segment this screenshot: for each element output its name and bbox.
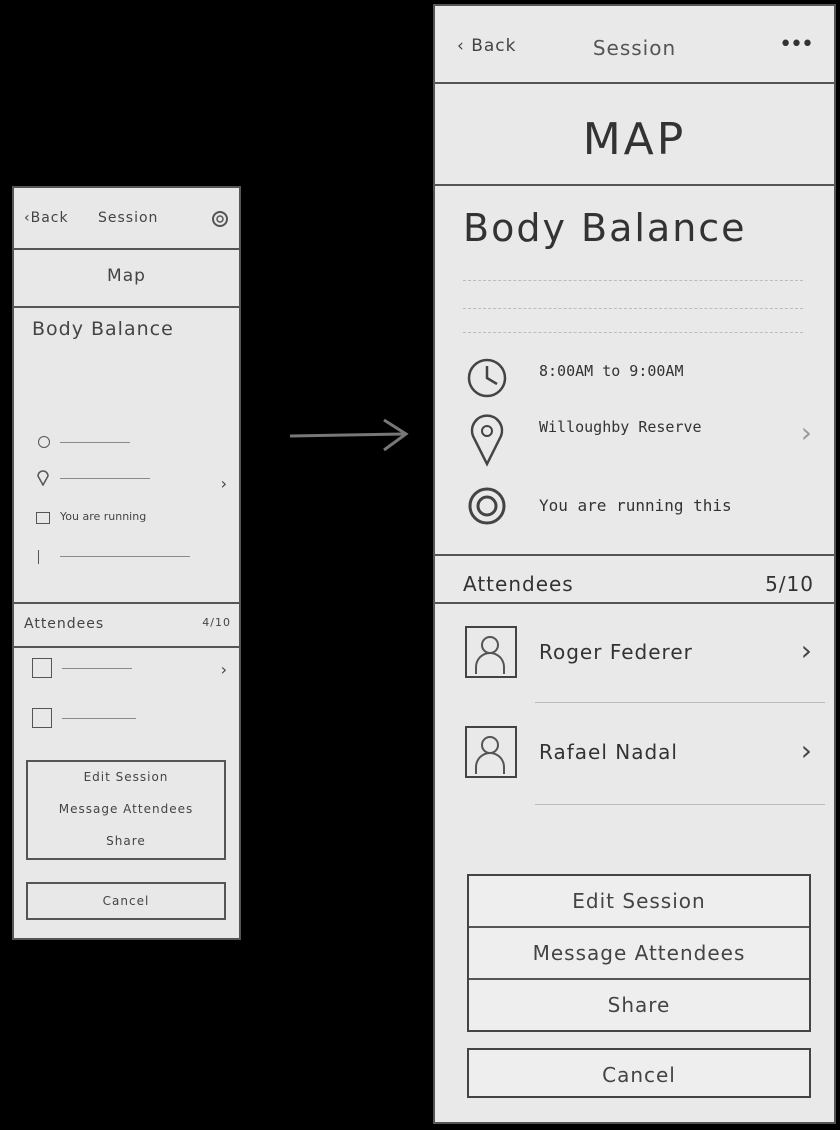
session-time: 8:00AM to 9:00AM bbox=[539, 362, 684, 380]
small-map-label: Map bbox=[107, 266, 146, 286]
small-location-chevron-icon[interactable]: › bbox=[221, 474, 227, 493]
map-label: MAP bbox=[582, 114, 687, 165]
small-back-label: Back bbox=[30, 210, 69, 226]
small-attendees-divider bbox=[14, 644, 239, 648]
attendees-header: Attendees bbox=[463, 572, 574, 596]
message-attendees-button[interactable]: Message Attendees bbox=[469, 928, 809, 980]
attendees-count: 5/10 bbox=[765, 572, 814, 596]
description-placeholder-line bbox=[463, 308, 803, 310]
small-info-placeholder bbox=[60, 556, 190, 557]
small-back-button[interactable]: ‹Back bbox=[24, 210, 69, 226]
description-placeholder-line bbox=[463, 332, 803, 334]
avatar bbox=[465, 726, 517, 778]
edit-session-button[interactable]: Edit Session bbox=[469, 876, 809, 928]
session-role: You are running this bbox=[539, 496, 732, 515]
session-location[interactable]: Willoughby Reserve bbox=[539, 418, 702, 436]
more-options-icon[interactable]: ••• bbox=[779, 32, 814, 57]
small-rsvp-icon bbox=[36, 512, 50, 524]
small-share-button[interactable]: Share bbox=[28, 834, 224, 848]
small-nav-title: Session bbox=[98, 210, 159, 226]
attendee-name: Rafael Nadal bbox=[539, 740, 678, 764]
small-location-placeholder bbox=[60, 478, 150, 479]
attendee-name: Roger Federer bbox=[539, 640, 693, 664]
transition-arrow-icon bbox=[289, 418, 409, 452]
small-attendee-placeholder[interactable] bbox=[62, 718, 136, 719]
small-cancel-button[interactable]: Cancel bbox=[26, 882, 226, 920]
attendee-row[interactable]: Roger Federer › bbox=[435, 604, 834, 704]
small-attendee-chevron-icon[interactable]: › bbox=[221, 660, 227, 679]
small-action-sheet: Edit Session Message Attendees Share bbox=[26, 760, 226, 860]
clock-icon bbox=[38, 436, 50, 448]
cancel-button[interactable]: Cancel bbox=[467, 1048, 811, 1098]
small-message-attendees-button[interactable]: Message Attendees bbox=[28, 802, 224, 816]
chevron-right-icon: › bbox=[800, 734, 812, 767]
small-sketch-screen: ‹Back Session Map Body Balance › You are… bbox=[12, 186, 241, 940]
location-chevron-icon[interactable]: › bbox=[801, 416, 812, 449]
details-divider bbox=[435, 554, 834, 556]
map-divider bbox=[435, 184, 834, 186]
small-attendee-placeholder[interactable] bbox=[62, 668, 132, 669]
chevron-right-icon: › bbox=[800, 634, 812, 667]
attendee-row[interactable]: Rafael Nadal › bbox=[435, 704, 834, 804]
location-pin-icon bbox=[37, 470, 49, 486]
row-divider bbox=[535, 804, 825, 806]
small-avatar bbox=[32, 708, 52, 728]
small-divider bbox=[14, 600, 239, 604]
small-map-area[interactable]: Map bbox=[14, 248, 239, 308]
small-avatar bbox=[32, 658, 52, 678]
small-attendees-count: 4/10 bbox=[202, 616, 231, 629]
map-area[interactable]: MAP bbox=[435, 84, 834, 184]
small-nav-bar: ‹Back Session bbox=[14, 188, 239, 250]
session-title: Body Balance bbox=[463, 206, 747, 250]
small-rsvp-text: You are running bbox=[60, 510, 147, 523]
small-cancel-label: Cancel bbox=[102, 894, 150, 908]
large-sketch-screen: ‹ Back Session ••• MAP Body Balance 8:00… bbox=[433, 4, 836, 1124]
small-attendees-header: Attendees bbox=[24, 616, 105, 632]
share-button[interactable]: Share bbox=[469, 980, 809, 1030]
action-sheet: Edit Session Message Attendees Share bbox=[467, 874, 811, 1032]
gear-icon[interactable] bbox=[209, 208, 231, 230]
nav-title: Session bbox=[592, 36, 677, 60]
target-icon bbox=[468, 487, 506, 525]
small-time-placeholder bbox=[60, 442, 130, 443]
location-pin-icon bbox=[470, 414, 504, 467]
avatar bbox=[465, 626, 517, 678]
description-placeholder-line bbox=[463, 280, 803, 282]
small-info-icon bbox=[38, 550, 43, 564]
small-session-title: Body Balance bbox=[32, 318, 174, 340]
small-edit-session-button[interactable]: Edit Session bbox=[28, 770, 224, 784]
clock-icon bbox=[467, 358, 507, 398]
